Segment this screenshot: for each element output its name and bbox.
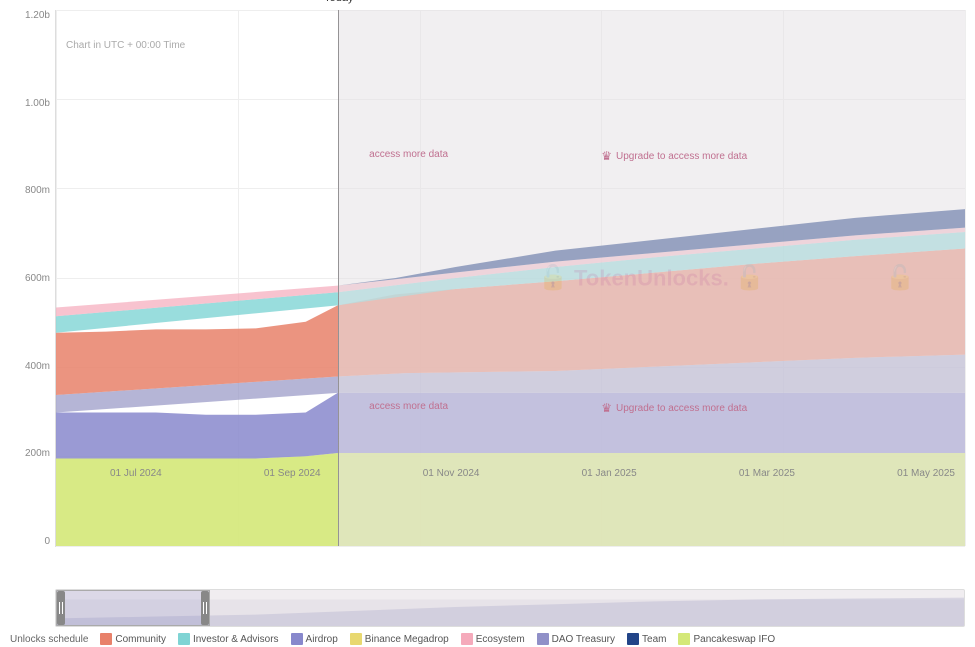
navigator[interactable] <box>55 589 965 627</box>
legend-team: Team <box>627 633 666 645</box>
ecosystem-swatch <box>461 633 473 645</box>
x-label-may25: 01 May 2025 <box>897 468 955 479</box>
chart-svg <box>56 10 965 546</box>
team-swatch <box>627 633 639 645</box>
today-label: Today <box>324 0 353 4</box>
legend-ecosystem: Ecosystem <box>461 633 525 645</box>
chart-area: Chart in UTC + 00:00 Time <box>55 10 965 547</box>
binance-label: Binance Megadrop <box>365 634 449 645</box>
airdrop-swatch <box>291 633 303 645</box>
dao-swatch <box>537 633 549 645</box>
x-label-sep24: 01 Sep 2024 <box>264 468 321 479</box>
legend-airdrop: Airdrop <box>291 633 338 645</box>
y-label-400m: 400m <box>25 361 50 372</box>
y-axis: 1.20b 1.00b 800m 600m 400m 200m 0 <box>0 10 55 547</box>
community-swatch <box>100 633 112 645</box>
binance-swatch <box>350 633 362 645</box>
y-label-800m: 800m <box>25 185 50 196</box>
chart-inner: Chart in UTC + 00:00 Time <box>55 10 965 547</box>
airdrop-label: Airdrop <box>306 634 338 645</box>
legend-unlocks-schedule: Unlocks schedule <box>10 634 88 645</box>
legend-dao-treasury: DAO Treasury <box>537 633 615 645</box>
y-label-600m: 600m <box>25 273 50 284</box>
navigator-handle-right[interactable] <box>201 591 209 625</box>
x-label-jan25: 01 Jan 2025 <box>582 468 637 479</box>
x-label-jul24: 01 Jul 2024 <box>110 468 162 479</box>
navigator-handle-left[interactable] <box>57 591 65 625</box>
legend-schedule-label: Unlocks schedule <box>10 634 88 645</box>
team-label: Team <box>642 634 666 645</box>
y-label-0: 0 <box>44 536 50 547</box>
legend-pancakeswap-ifo: Pancakeswap IFO <box>678 633 775 645</box>
pancakeswap-label: Pancakeswap IFO <box>693 634 775 645</box>
ecosystem-label: Ecosystem <box>476 634 525 645</box>
pancakeswap-swatch <box>678 633 690 645</box>
legend-binance-megadrop: Binance Megadrop <box>350 633 449 645</box>
y-label-120b: 1.20b <box>25 10 50 21</box>
y-label-100b: 1.00b <box>25 98 50 109</box>
chart-container: 1.20b 1.00b 800m 600m 400m 200m 0 Chart <box>0 0 975 647</box>
dao-label: DAO Treasury <box>552 634 615 645</box>
investor-swatch <box>178 633 190 645</box>
x-label-mar25: 01 Mar 2025 <box>739 468 795 479</box>
legend: Unlocks schedule Community Investor & Ad… <box>10 633 965 645</box>
legend-community: Community <box>100 633 166 645</box>
x-label-nov24: 01 Nov 2024 <box>423 468 480 479</box>
x-axis: 01 Jul 2024 01 Sep 2024 01 Nov 2024 01 J… <box>110 468 955 479</box>
navigator-selection[interactable] <box>56 590 210 626</box>
community-label: Community <box>115 634 166 645</box>
y-label-200m: 200m <box>25 448 50 459</box>
investor-label: Investor & Advisors <box>193 634 279 645</box>
today-line: Today <box>338 10 339 546</box>
legend-investor-advisors: Investor & Advisors <box>178 633 279 645</box>
